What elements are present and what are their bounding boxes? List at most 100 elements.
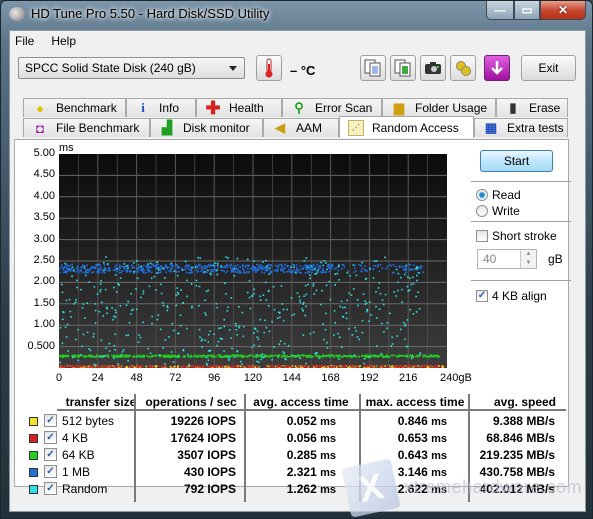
data-point-random (290, 297, 293, 299)
data-point-1-mb (159, 269, 162, 272)
data-point-random (326, 341, 328, 344)
data-point-random (391, 343, 394, 345)
series-checkbox[interactable]: ✓ (44, 414, 57, 427)
data-point-4-kb (114, 365, 116, 367)
series-checkbox[interactable]: ✓ (44, 431, 57, 444)
y-tick-label: 2.00 (33, 275, 55, 288)
data-point-1-mb (258, 269, 260, 271)
4kb-align-checkbox[interactable]: ✓ 4 KB align (476, 289, 547, 303)
data-point-4-kb (137, 366, 139, 368)
close-button[interactable]: ✕ (540, 1, 586, 20)
data-point-random (228, 359, 230, 361)
data-point-random (397, 289, 399, 292)
data-point-1-mb (359, 264, 362, 267)
data-point-random (253, 288, 255, 291)
series-checkbox[interactable]: ✓ (44, 482, 57, 495)
data-point-random (322, 323, 324, 325)
data-point-random (364, 300, 366, 302)
data-point-4-kb (337, 366, 340, 368)
short-stroke-checkbox[interactable]: Short stroke (476, 229, 557, 243)
tab-disk-monitor[interactable]: ▟ Disk monitor (150, 118, 263, 137)
data-point-random (83, 267, 86, 269)
data-point-64-kb (358, 356, 360, 358)
data-point-1-mb (158, 272, 160, 274)
read-radio[interactable]: Read (476, 188, 521, 202)
data-point-1-mb (309, 264, 311, 267)
divider (471, 280, 571, 281)
data-point-64-kb (114, 355, 117, 358)
data-point-random (342, 316, 345, 318)
short-stroke-size-input[interactable]: 40 ▲ ▼ (477, 249, 537, 269)
data-point-4-kb (85, 365, 88, 367)
copy-text-button[interactable] (360, 55, 386, 81)
data-point-random (393, 291, 395, 293)
data-point-512-bytes (169, 365, 172, 368)
data-point-1-mb (170, 271, 172, 273)
data-point-random (256, 330, 259, 333)
data-point-4-kb (142, 365, 144, 368)
data-point-random (207, 341, 210, 343)
data-point-random (116, 291, 118, 293)
write-radio[interactable]: Write (476, 204, 520, 218)
data-point-random (264, 281, 267, 284)
tab-info[interactable]: i Info (126, 98, 196, 117)
start-button[interactable]: Start (480, 150, 553, 172)
tab-label: Error Scan (315, 101, 373, 115)
health-icon: ✚ (205, 97, 221, 118)
series-checkbox[interactable]: ✓ (44, 465, 57, 478)
series-color-swatch (29, 485, 38, 494)
copy-screenshot-button[interactable] (390, 55, 416, 81)
data-point-64-kb (391, 354, 393, 357)
data-point-random (338, 279, 340, 281)
data-point-1-mb (131, 264, 133, 267)
spin-up-button[interactable]: ▲ (520, 250, 536, 259)
data-point-64-kb (369, 354, 372, 357)
data-point-1-mb (244, 271, 247, 274)
menu-bar: File Help (10, 31, 585, 51)
data-point-1-mb (75, 271, 78, 273)
drive-select[interactable]: SPCC Solid State Disk (240 gB) (18, 57, 245, 79)
data-point-random (416, 274, 418, 277)
data-point-512-bytes (173, 366, 175, 368)
maximize-button[interactable]: ▭ (514, 1, 540, 20)
minimize-button[interactable]: — (486, 1, 514, 20)
tab-erase[interactable]: ▮ Erase (496, 98, 568, 117)
data-point-64-kb (418, 355, 420, 358)
tab-benchmark[interactable]: ● Benchmark (23, 98, 126, 117)
tab-random-access[interactable]: ⋰ Random Access (339, 116, 474, 138)
data-point-random (333, 310, 336, 312)
data-point-1-mb (343, 266, 345, 269)
data-point-64-kb (125, 355, 128, 358)
tab-folder-usage[interactable]: ▆ Folder Usage (382, 98, 496, 117)
tab-file-benchmark[interactable]: ◘ File Benchmark (23, 118, 150, 137)
data-point-64-kb (241, 355, 244, 358)
save-button[interactable] (484, 55, 510, 81)
spin-down-button[interactable]: ▼ (520, 259, 536, 268)
data-point-random (137, 341, 140, 343)
data-point-1-mb (302, 268, 305, 270)
tab-extra-tests[interactable]: ▦ Extra tests (474, 118, 568, 137)
options-button[interactable] (450, 55, 476, 81)
exit-button[interactable]: Exit (521, 55, 576, 81)
data-point-random (73, 303, 75, 305)
menu-file[interactable]: File (15, 34, 34, 48)
data-point-4-kb (181, 365, 184, 368)
data-point-1-mb (65, 271, 68, 274)
data-point-random (175, 294, 177, 297)
data-point-random (301, 308, 304, 310)
temperature-button[interactable] (256, 55, 282, 81)
options-icon (456, 61, 471, 76)
tab-health[interactable]: ✚ Health (196, 97, 282, 118)
avg-access-value: 2.321 (286, 465, 317, 479)
data-point-1-mb (203, 267, 205, 269)
screenshot-button[interactable] (420, 55, 446, 81)
data-point-random (172, 329, 175, 332)
data-point-64-kb (340, 356, 343, 358)
series-checkbox[interactable]: ✓ (44, 448, 57, 461)
tab-error-scan[interactable]: ⚲ Error Scan (282, 98, 382, 117)
menu-help[interactable]: Help (51, 34, 76, 48)
tab-aam[interactable]: ◀ AAM (263, 118, 339, 137)
data-point-random (302, 310, 304, 312)
data-point-random (100, 288, 102, 291)
data-point-4-kb (235, 365, 238, 368)
